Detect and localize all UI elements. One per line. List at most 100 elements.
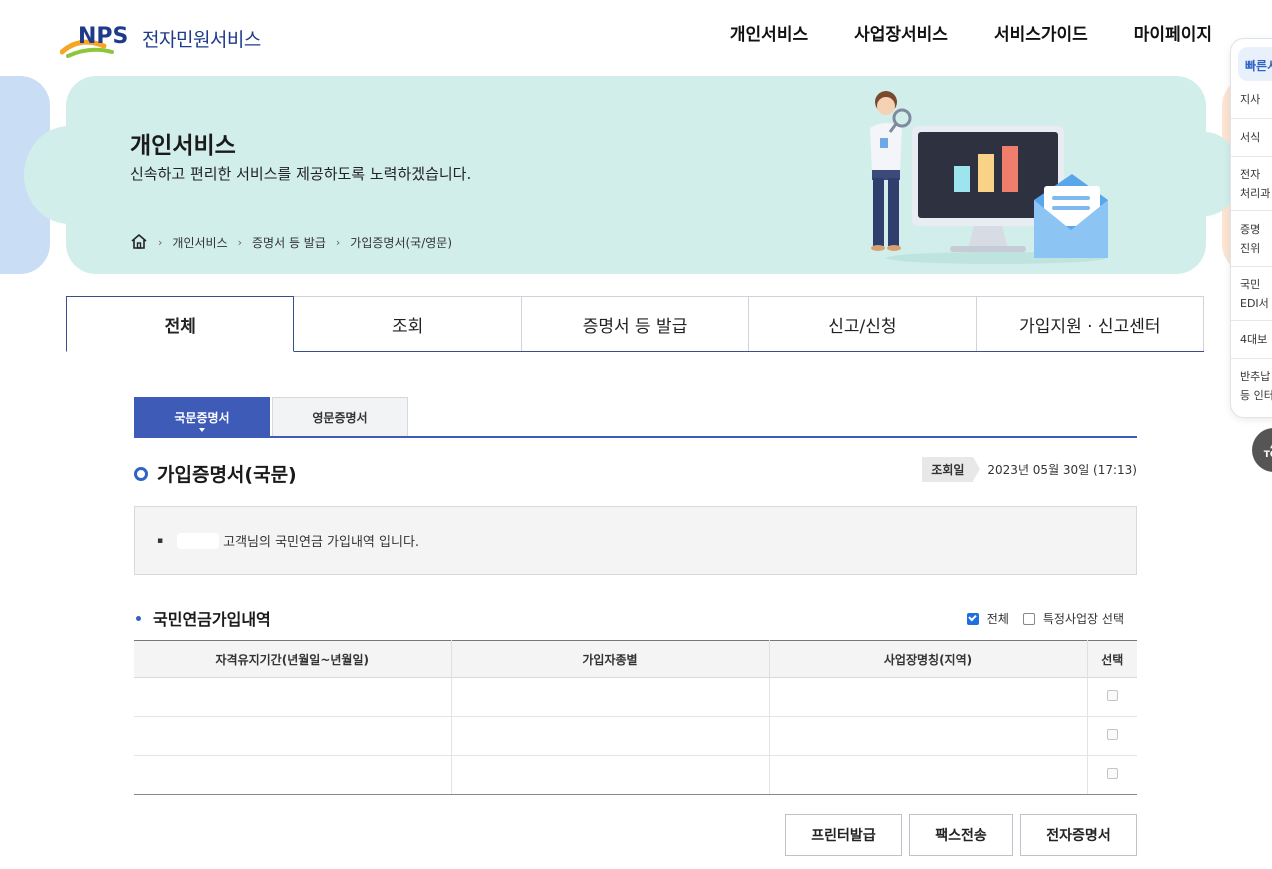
dot-bullet-icon (136, 615, 141, 621)
table-row (134, 755, 1137, 795)
tab-report-apply[interactable]: 신고/신청 (748, 296, 977, 351)
logo-mark: NPS (60, 18, 138, 58)
notice-box: ▪ 고객님의 국민연금 가입내역 입니다. (134, 506, 1137, 575)
row-checkbox[interactable] (1106, 690, 1118, 701)
table-row (134, 677, 1137, 717)
nav-personal-service[interactable]: 개인서비스 (730, 20, 808, 45)
quick-menu-item[interactable]: 증명 진위 (1231, 211, 1272, 267)
breadcrumb-separator-icon: › (237, 236, 243, 249)
cell-member-type (451, 716, 770, 756)
logo-text: 전자민원서비스 (142, 28, 261, 51)
breadcrumb-separator-icon: › (158, 236, 163, 249)
ring-bullet-icon (134, 466, 148, 481)
global-nav: 개인서비스 사업장서비스 서비스가이드 마이페이지 (730, 20, 1212, 45)
quick-menu-item-label: 처리과 (1240, 186, 1271, 200)
nav-my-page[interactable]: 마이페이지 (1134, 20, 1212, 45)
subsection-title-text: 국민연금가입내역 (153, 610, 271, 629)
tab-inquiry[interactable]: 조회 (293, 296, 522, 351)
header-select: 선택 (1087, 640, 1137, 678)
filter-specific-checkbox[interactable] (1022, 612, 1035, 625)
quick-menu-item-label: 반추납 (1240, 370, 1271, 383)
scroll-top-button[interactable]: ▲ TOP (1252, 428, 1272, 472)
quick-menu-item-label: 등 인터 (1240, 389, 1272, 402)
home-icon[interactable] (130, 233, 148, 252)
logo-mark-text: NPS (78, 24, 128, 49)
quick-menu-item-label: 증명 (1240, 222, 1261, 236)
quick-menu-item[interactable]: 지사 (1231, 81, 1272, 119)
cell-period (134, 716, 452, 756)
subsection-title: 국민연금가입내역 (136, 606, 271, 630)
cell-period (134, 755, 452, 795)
notice-text: 고객님의 국민연금 가입내역 입니다. (223, 535, 420, 550)
filter-specific-label: 특정사업장 선택 (1042, 612, 1124, 626)
redacted-name (177, 532, 220, 549)
filter-options: 전체 특정사업장 선택 (953, 610, 1124, 627)
breadcrumb: › 개인서비스 › 증명서 등 발급 › 가입증명서(국/영문) (130, 233, 452, 252)
quick-menu-title: 빠른서 (1238, 47, 1272, 81)
quick-menu-item[interactable]: 전자 처리과 (1231, 157, 1272, 211)
breadcrumb-item-personal[interactable]: 개인서비스 (172, 234, 227, 251)
filter-all[interactable]: 전체 (966, 610, 1009, 627)
cell-period (134, 677, 452, 717)
table-row (134, 716, 1137, 756)
main-tabs: 전체 조회 증명서 등 발급 신고/신청 가입지원 · 신고센터 (66, 296, 1205, 352)
breadcrumb-item-current: 가입증명서(국/영문) (350, 236, 453, 250)
electronic-certificate-button[interactable]: 전자증명서 (1020, 814, 1137, 856)
cell-member-type (451, 755, 770, 795)
quick-menu-item[interactable]: 국민 EDI서 (1231, 267, 1272, 321)
quick-menu-item[interactable]: 반추납 등 인터 (1231, 359, 1272, 413)
cell-workplace (769, 677, 1088, 717)
inquiry-date-value: 2023년 05월 30일 (17:13) (987, 463, 1137, 477)
header: NPS 전자민원서비스 개인서비스 사업장서비스 서비스가이드 마이페이지 (0, 0, 1272, 68)
header-period: 자격유지기간(년월일~년월일) (134, 640, 452, 678)
header-member-type: 가입자종별 (451, 640, 770, 678)
print-issue-button[interactable]: 프린터발급 (785, 814, 902, 856)
sub-tabs: 국문증명서 영문증명서 (134, 397, 1137, 438)
tab-certificate-issuance[interactable]: 증명서 등 발급 (520, 296, 750, 351)
tab-all[interactable]: 전체 (66, 296, 295, 352)
filter-all-checkbox[interactable] (966, 612, 979, 625)
action-buttons: 프린터발급 팩스전송 전자증명서 (785, 814, 1137, 856)
table-header-row: 자격유지기간(년월일~년월일) 가입자종별 사업장명칭(지역) 선택 (134, 640, 1137, 678)
nps-logo[interactable]: NPS 전자민원서비스 (60, 18, 300, 58)
quick-menu: 빠른서 지사 서식 전자 처리과 증명 진위 국민 EDI서 4대보 반추납 등… (1230, 38, 1272, 418)
nav-business-service[interactable]: 사업장서비스 (854, 20, 948, 45)
inquiry-date-label: 조회일 (922, 457, 981, 482)
hero-subtitle: 신속하고 편리한 서비스를 제공하도록 노력하겠습니다. (130, 165, 472, 183)
quick-menu-item-label: 서식 (1240, 131, 1261, 144)
tab-english-certificate[interactable]: 영문증명서 (272, 397, 408, 436)
filter-all-label: 전체 (986, 612, 1009, 626)
cell-workplace (769, 716, 1088, 756)
tab-support-center[interactable]: 가입지원 · 신고센터 (975, 296, 1205, 351)
scroll-top-label: TOP (1263, 450, 1272, 460)
row-checkbox[interactable] (1106, 729, 1118, 740)
section-title-text: 가입증명서(국문) (157, 464, 297, 486)
quick-menu-item[interactable]: 4대보 (1231, 321, 1272, 359)
row-checkbox[interactable] (1106, 768, 1118, 779)
breadcrumb-item-issuance[interactable]: 증명서 등 발급 (252, 234, 326, 251)
hero-title: 개인서비스 (130, 133, 236, 159)
quick-menu-item-label: 국민 (1240, 277, 1261, 291)
quick-menu-item-label: 4대보 (1240, 333, 1268, 346)
cell-select (1087, 716, 1137, 756)
quick-menu-item-label: EDI서 (1240, 296, 1269, 310)
cell-member-type (451, 677, 770, 717)
filter-specific-workplace[interactable]: 특정사업장 선택 (1022, 610, 1124, 627)
quick-menu-item-label: 전자 (1240, 167, 1261, 181)
cell-select (1087, 677, 1137, 717)
inquiry-date: 조회일 2023년 05월 30일 (17:13) (922, 457, 1137, 482)
breadcrumb-separator-icon: › (335, 236, 341, 249)
cell-select (1087, 755, 1137, 795)
hero-illustration (846, 88, 1116, 264)
square-bullet-icon: ▪ (157, 535, 164, 546)
enrollment-table: 자격유지기간(년월일~년월일) 가입자종별 사업장명칭(지역) 선택 (134, 640, 1137, 795)
fax-send-button[interactable]: 팩스전송 (909, 814, 1013, 856)
header-workplace: 사업장명칭(지역) (769, 640, 1088, 678)
nav-service-guide[interactable]: 서비스가이드 (994, 20, 1088, 45)
section-title: 가입증명서(국문) (134, 460, 297, 487)
quick-menu-item-label: 지사 (1240, 93, 1261, 106)
tab-korean-certificate[interactable]: 국문증명서 (134, 397, 270, 436)
cell-workplace (769, 755, 1088, 795)
quick-menu-item-label: 진위 (1240, 241, 1261, 255)
quick-menu-item[interactable]: 서식 (1231, 119, 1272, 157)
